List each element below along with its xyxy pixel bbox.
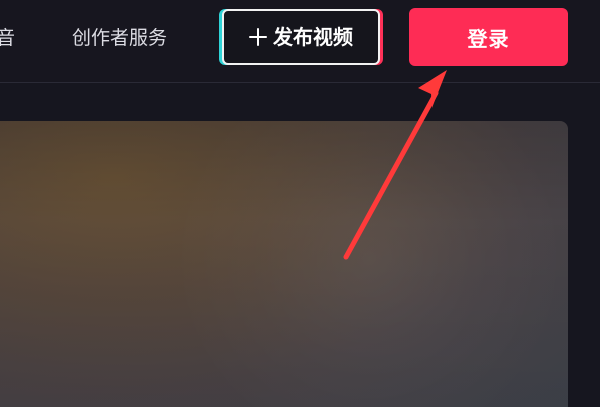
video-preview[interactable] (0, 121, 568, 407)
header-divider (0, 82, 600, 83)
login-button[interactable]: 登录 (409, 8, 568, 66)
video-overlay (0, 121, 568, 407)
top-header: 音 创作者服务 发布视频 登录 (0, 0, 600, 82)
publish-video-label: 发布视频 (273, 25, 353, 49)
publish-video-button[interactable]: 发布视频 (222, 9, 380, 65)
creator-services-link[interactable]: 创作者服务 (72, 26, 167, 50)
nav-link-partial[interactable]: 音 (0, 26, 15, 50)
plus-icon (249, 28, 267, 46)
